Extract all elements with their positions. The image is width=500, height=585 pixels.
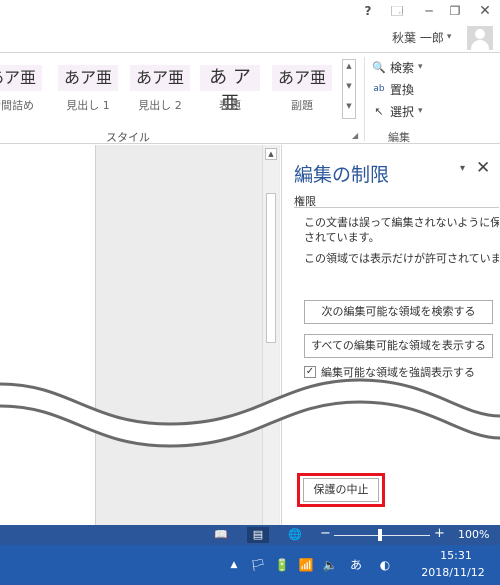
avatar-head-icon bbox=[475, 29, 485, 39]
style-gallery: あア亜 行間詰め あア亜 見出し 1 あア亜 見出し 2 あ ア 亜 表題 あア… bbox=[0, 59, 340, 119]
print-layout-icon[interactable]: ▤ bbox=[247, 527, 269, 543]
avatar[interactable] bbox=[467, 26, 493, 50]
user-account[interactable]: 秋葉 一郎 ▾ bbox=[392, 26, 451, 48]
protection-message-line-1: この文書は誤って編集されないように保護 bbox=[304, 216, 499, 229]
replace-label: 置換 bbox=[390, 82, 415, 97]
pane-options-icon[interactable]: ▾ bbox=[460, 163, 465, 174]
find-next-editable-region-button[interactable]: 次の編集可能な領域を検索する bbox=[304, 300, 493, 324]
scroll-up-icon[interactable]: ▲ bbox=[265, 148, 277, 160]
style-sample: あア亜 bbox=[272, 65, 332, 91]
section-divider bbox=[294, 207, 499, 208]
gallery-more-icon[interactable]: ▼ bbox=[343, 102, 355, 110]
page-edge bbox=[95, 145, 96, 525]
style-label: 表題 bbox=[219, 99, 241, 112]
document-page[interactable] bbox=[0, 145, 95, 525]
ime-mode-indicator[interactable]: あ bbox=[348, 555, 364, 575]
chevron-down-icon[interactable]: ▼ bbox=[343, 82, 355, 90]
style-label: 副題 bbox=[291, 99, 313, 112]
omission-wave bbox=[0, 378, 500, 448]
style-label: 見出し 1 bbox=[66, 99, 110, 112]
styles-group-label: スタイル bbox=[106, 131, 150, 144]
close-icon[interactable]: ✕ bbox=[476, 158, 490, 178]
show-all-editable-regions-button[interactable]: すべての編集可能な領域を表示する bbox=[304, 334, 493, 358]
chevron-down-icon: ▾ bbox=[446, 32, 452, 42]
find-label: 検索 bbox=[390, 60, 415, 75]
action-center-icon[interactable]: 🏳 bbox=[250, 555, 266, 575]
style-item-heading-2[interactable]: あア亜 見出し 2 bbox=[130, 59, 190, 119]
scroll-thumb[interactable] bbox=[266, 193, 276, 343]
select-button[interactable]: ↖ 選択 ▾ bbox=[372, 101, 423, 121]
zoom-slider-thumb[interactable] bbox=[378, 529, 382, 541]
clock-time[interactable]: 15:31 bbox=[421, 549, 491, 562]
zoom-slider[interactable] bbox=[334, 535, 430, 536]
style-label: 行間詰め bbox=[0, 99, 34, 112]
style-item-heading-1[interactable]: あア亜 見出し 1 bbox=[58, 59, 118, 119]
show-hidden-icons-button[interactable]: ▲ bbox=[228, 555, 240, 575]
style-item-title[interactable]: あ ア 亜 表題 bbox=[200, 59, 260, 119]
chevron-down-icon: ▾ bbox=[418, 106, 423, 116]
network-icon[interactable]: 📶 bbox=[298, 555, 314, 575]
search-icon: 🔍 bbox=[372, 60, 386, 74]
editing-group-label: 編集 bbox=[388, 131, 410, 144]
style-item-no-spacing[interactable]: あア亜 行間詰め bbox=[0, 59, 42, 119]
stop-protection-button[interactable]: 保護の中止 bbox=[303, 478, 379, 502]
zoom-out-button[interactable]: − bbox=[320, 526, 331, 541]
clock-date[interactable]: 2018/11/12 bbox=[413, 566, 493, 579]
style-item-subtitle[interactable]: あア亜 副題 bbox=[272, 59, 332, 119]
ribbon: あア亜 行間詰め あア亜 見出し 1 あア亜 見出し 2 あ ア 亜 表題 あア… bbox=[0, 52, 500, 144]
title-bar: ? 🗔 ─ ❐ ✕ bbox=[0, 0, 500, 22]
ribbon-display-options-button[interactable]: 🗔 bbox=[388, 2, 406, 20]
style-sample: あ ア 亜 bbox=[200, 65, 260, 114]
find-button[interactable]: 🔍 検索 ▾ bbox=[372, 57, 423, 77]
zoom-level[interactable]: 100% bbox=[458, 528, 489, 541]
avatar-body-icon bbox=[471, 40, 489, 50]
restrict-editing-pane: 編集の制限 ▾ ✕ 権限 この文書は誤って編集されないように保護 されています。… bbox=[281, 145, 500, 525]
protection-message-line-2: されています。 bbox=[304, 231, 380, 244]
status-bar: 📖 ▤ 🌐 − + 100% bbox=[0, 525, 500, 545]
taskbar: ▲ 🏳 🔋 📶 🔈 あ ◐ 15:31 2018/11/12 bbox=[0, 545, 500, 585]
read-mode-icon[interactable]: 📖 bbox=[210, 527, 232, 543]
style-sample: あア亜 bbox=[0, 65, 42, 91]
zoom-in-button[interactable]: + bbox=[434, 526, 445, 541]
volume-icon[interactable]: 🔈 bbox=[322, 555, 338, 575]
style-label: 見出し 2 bbox=[138, 99, 182, 112]
style-sample: あア亜 bbox=[130, 65, 190, 91]
help-button[interactable]: ? bbox=[360, 2, 376, 20]
chevron-up-icon[interactable]: ▲ bbox=[343, 62, 355, 70]
chevron-down-icon: ▾ bbox=[418, 62, 423, 72]
dialog-launcher-icon[interactable]: ◢ bbox=[352, 131, 358, 140]
pane-title: 編集の制限 bbox=[294, 164, 390, 186]
vertical-scrollbar[interactable]: ▲ bbox=[262, 145, 279, 525]
web-layout-icon[interactable]: 🌐 bbox=[284, 527, 306, 543]
ime-pad-icon[interactable]: ◐ bbox=[376, 555, 394, 575]
style-sample: あア亜 bbox=[58, 65, 118, 91]
restore-button[interactable]: ❐ bbox=[446, 2, 464, 20]
select-label: 選択 bbox=[390, 104, 415, 119]
region-permission-message: この領域では表示だけが許可されていま bbox=[304, 252, 499, 265]
minimize-button[interactable]: ─ bbox=[420, 2, 438, 20]
select-icon: ↖ bbox=[374, 104, 384, 118]
replace-icon: ab bbox=[373, 84, 385, 94]
ribbon-divider bbox=[364, 57, 365, 141]
style-gallery-scroller[interactable]: ▲ ▼ ▼ bbox=[342, 59, 356, 119]
replace-button[interactable]: ab 置換 bbox=[372, 79, 414, 99]
user-name: 秋葉 一郎 bbox=[392, 30, 444, 45]
battery-icon[interactable]: 🔋 bbox=[274, 555, 290, 575]
close-window-button[interactable]: ✕ bbox=[476, 2, 494, 20]
